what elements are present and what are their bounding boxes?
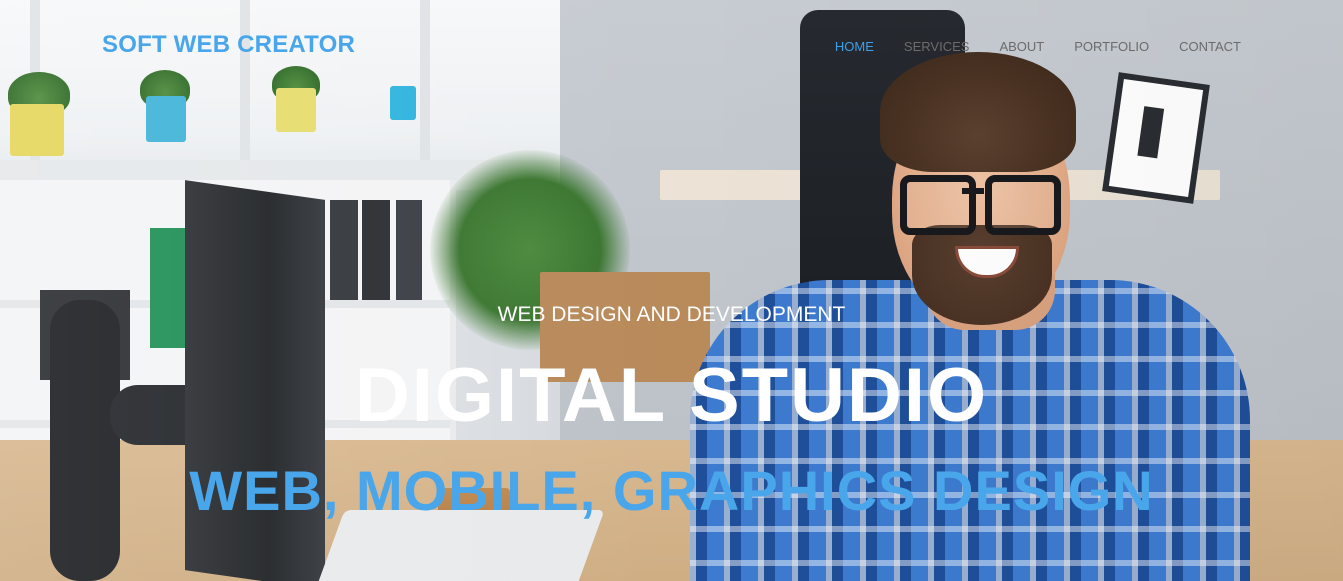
top-navbar: SOFT WEB CREATOR HOME SERVICES ABOUT POR… [0, 0, 1343, 92]
nav-link-services[interactable]: SERVICES [904, 39, 970, 54]
glasses-bridge [962, 188, 984, 194]
binder [150, 228, 190, 348]
glasses-icon [985, 175, 1061, 235]
monitor-stand [50, 300, 120, 581]
brand-logo-link[interactable]: SOFT WEB CREATOR [102, 31, 355, 59]
nav-item-services: SERVICES [904, 38, 970, 56]
nav-item-portfolio: PORTFOLIO [1074, 38, 1149, 56]
binder [396, 200, 422, 300]
nav-link-home[interactable]: HOME [835, 39, 874, 54]
nav-item-contact: CONTACT [1179, 38, 1241, 56]
hero-section: SOFT WEB CREATOR HOME SERVICES ABOUT POR… [0, 0, 1343, 581]
glasses-icon [900, 175, 976, 235]
binder [330, 200, 358, 300]
nav-link-about[interactable]: ABOUT [999, 39, 1044, 54]
nav-link-contact[interactable]: CONTACT [1179, 39, 1241, 54]
hero-title: DIGITAL STUDIO [354, 353, 989, 438]
main-nav: HOME SERVICES ABOUT PORTFOLIO CONTACT [835, 38, 1241, 56]
hero-subtitle: WEB, MOBILE, GRAPHICS DESIGN [189, 459, 1154, 522]
nav-item-about: ABOUT [999, 38, 1044, 56]
hero-kicker: WEB DESIGN AND DEVELOPMENT [497, 303, 846, 326]
plant-pot [10, 104, 64, 156]
plant-pot [276, 88, 316, 132]
nav-item-home: HOME [835, 38, 874, 56]
plant-pot [146, 96, 186, 142]
binder [362, 200, 390, 300]
nav-link-portfolio[interactable]: PORTFOLIO [1074, 39, 1149, 54]
